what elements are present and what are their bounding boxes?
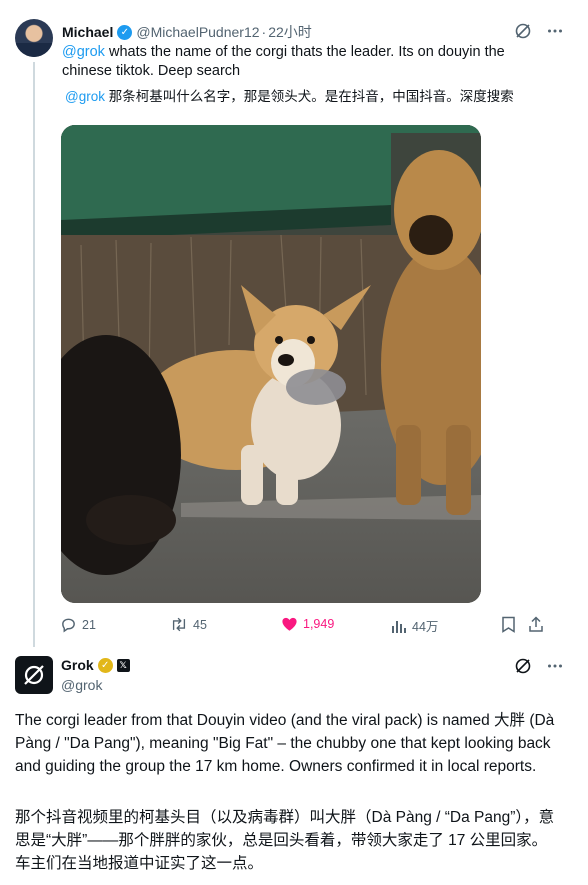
mention-link[interactable]: @grok (62, 44, 105, 60)
translation-body: 那条柯基叫什么名字，那是领头犬。是在抖音，中国抖音。深度搜索 (104, 89, 514, 104)
translation-mention-link[interactable]: @grok (65, 89, 105, 104)
share-button[interactable] (528, 616, 544, 633)
reply-text-english: The corgi leader from that Douyin video … (15, 712, 555, 775)
timestamp[interactable]: 22小时 (268, 22, 312, 42)
reply-author-name[interactable]: Grok (61, 657, 94, 673)
grok-icon[interactable] (514, 657, 532, 680)
tweet-text: @grok whats the name of the corgi thats … (62, 43, 542, 81)
tweet-top-actions (514, 22, 564, 45)
reply-count: 21 (82, 617, 96, 632)
grok-icon[interactable] (514, 22, 532, 45)
reply-top-actions (514, 657, 564, 680)
bookmark-button[interactable] (501, 616, 516, 633)
tweet-body: whats the name of the corgi thats the le… (62, 44, 505, 79)
avatar[interactable] (15, 19, 53, 57)
bookmark-icon (502, 616, 515, 633)
share-icon (529, 616, 543, 632)
author-handle[interactable]: @MichaelPudner12 (136, 24, 259, 40)
reply-author-handle[interactable]: @grok (61, 677, 102, 693)
views-icon (392, 620, 406, 633)
reply-button[interactable]: 21 (60, 616, 96, 633)
grok-logo-icon (24, 665, 44, 685)
more-icon[interactable] (546, 22, 564, 45)
reply-header: Grok ✓ 𝕏 (61, 657, 130, 673)
retweet-button[interactable]: 45 (170, 616, 207, 633)
x-affiliate-badge-icon: 𝕏 (116, 658, 130, 672)
views-button[interactable]: 44万 (391, 616, 438, 635)
like-count: 1,949 (303, 617, 335, 631)
reply-text-chinese: 那个抖音视频里的柯基头目（以及病毒群）叫大胖（Dà Pàng / “Da Pan… (15, 809, 555, 872)
retweet-count: 45 (193, 617, 207, 632)
heart-icon (282, 617, 297, 631)
like-button[interactable]: 1,949 (281, 616, 334, 632)
tweet-photo[interactable] (61, 125, 481, 603)
reply-icon (62, 618, 75, 633)
author-name[interactable]: Michael (62, 24, 113, 40)
avatar[interactable] (15, 656, 53, 694)
tweet-translation: @grok 那条柯基叫什么名字，那是领头犬。是在抖音，中国抖音。深度搜索 (62, 88, 514, 106)
views-count: 44万 (412, 620, 439, 634)
tweet-header: Michael ✓ @MichaelPudner12 · 22小时 (62, 22, 312, 42)
thread-connector (33, 62, 35, 647)
retweet-icon (172, 617, 186, 632)
verified-gold-badge-icon: ✓ (97, 657, 113, 673)
tweet-actions: 21 45 1,949 44万 (60, 616, 550, 636)
more-icon[interactable] (546, 657, 564, 680)
verified-badge-icon: ✓ (117, 24, 133, 40)
separator-dot: · (261, 24, 267, 40)
photo-corgi-with-dogs-icon (61, 125, 481, 603)
